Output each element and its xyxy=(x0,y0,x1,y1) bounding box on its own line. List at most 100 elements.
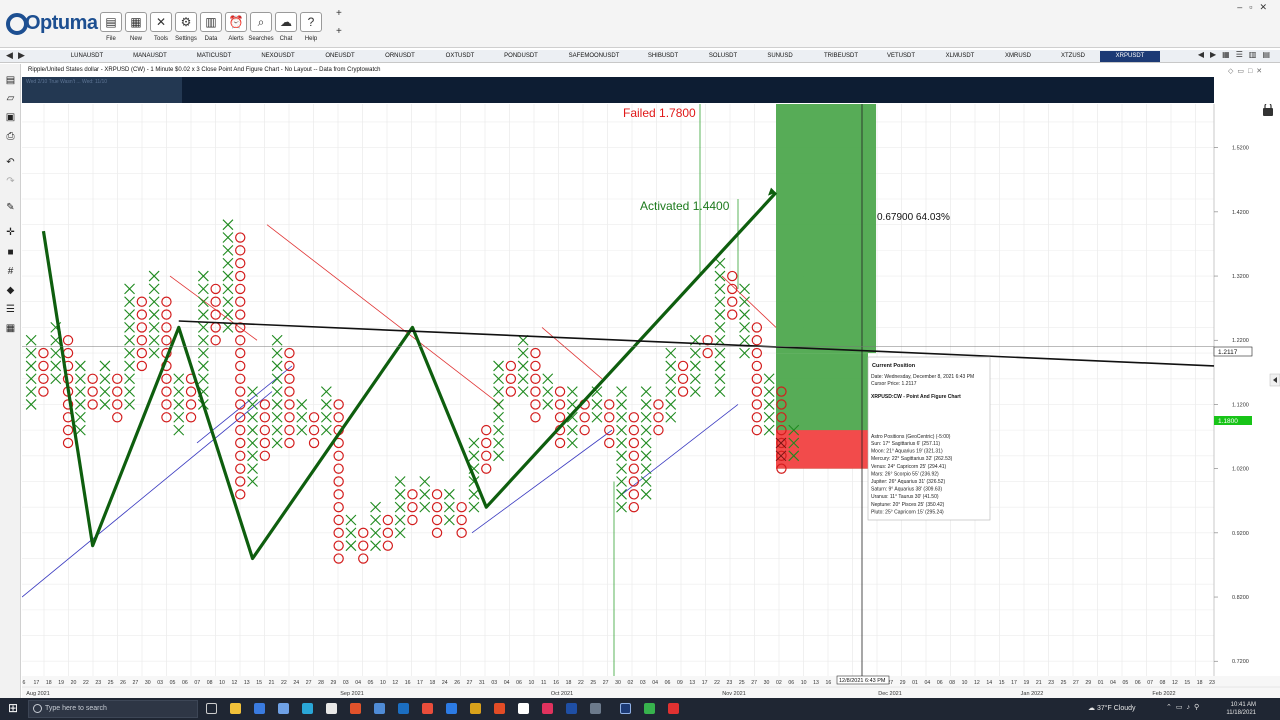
tab-safemoonusdt[interactable]: SAFEMOONUSDT xyxy=(564,51,624,62)
taskbar-clock[interactable]: 10:41 AM 11/18/2021 xyxy=(1226,701,1256,717)
settings-button[interactable]: ⚙ Settings xyxy=(173,12,199,42)
chrome-icon[interactable] xyxy=(422,703,433,714)
app-icon-5[interactable] xyxy=(326,703,337,714)
green-price-tag-text: 1.1800 xyxy=(1218,418,1238,425)
file-button[interactable]: ▤ File xyxy=(98,12,124,42)
app-icon-14[interactable] xyxy=(542,703,553,714)
data-button[interactable]: ▥ Data xyxy=(198,12,224,42)
chart-maximize-icon[interactable]: □ xyxy=(1248,68,1256,75)
weather-widget[interactable]: ☁ 37°F Cloudy xyxy=(1088,704,1136,712)
side-panel-expander-icon[interactable] xyxy=(1269,373,1280,387)
lock-icon[interactable]: ■ xyxy=(4,246,17,259)
tab-oneusdt[interactable]: ONEUSDT xyxy=(310,51,370,62)
chart-restore-icon[interactable]: ◇ xyxy=(1228,68,1237,75)
alerts-button[interactable]: ⏰ Alerts xyxy=(223,12,249,42)
save-icon[interactable]: ▣ xyxy=(4,111,17,124)
brave-icon[interactable] xyxy=(350,703,361,714)
layout-icon[interactable]: ▥ xyxy=(1249,50,1263,59)
x-month-label: Feb 2022 xyxy=(1152,691,1175,697)
tab-menu-icon[interactable]: ▤ xyxy=(1262,50,1276,59)
windows-start-icon[interactable]: ⊞ xyxy=(8,702,20,714)
print-icon[interactable]: ⎙ xyxy=(4,130,17,143)
file-explorer-icon[interactable] xyxy=(230,703,241,714)
tab-pondusdt[interactable]: PONDUSDT xyxy=(491,51,551,62)
chart-close-icon[interactable]: ✕ xyxy=(1256,68,1266,75)
close-button[interactable]: ✕ xyxy=(1259,2,1274,12)
chart-window-controls: ◇▭□✕ xyxy=(1228,67,1266,75)
tab-maticusdt[interactable]: MATICUSDT xyxy=(184,51,244,62)
list-icon[interactable]: ☰ xyxy=(4,303,17,316)
taskbar-search[interactable]: Type here to search xyxy=(28,700,198,718)
y-tick-label: 1.5200 xyxy=(1232,146,1249,152)
app-icon-13[interactable] xyxy=(518,703,529,714)
x-tick-label: 06 xyxy=(937,680,943,686)
add-page-button[interactable]: + xyxy=(336,26,342,37)
optuma-taskbar-icon[interactable] xyxy=(620,703,631,714)
list-view-icon[interactable]: ☰ xyxy=(1236,50,1249,59)
prev-tab-icon[interactable]: ◀ xyxy=(1198,50,1210,59)
x-tick-label: 10 xyxy=(528,680,534,686)
tab-ornusdt[interactable]: ORNUSDT xyxy=(370,51,430,62)
x-tick-label: 15 xyxy=(999,680,1005,686)
minimize-button[interactable]: – xyxy=(1237,2,1249,12)
tab-scroll-left-icon[interactable]: ◀ xyxy=(6,50,13,61)
task-view-icon[interactable] xyxy=(206,703,217,714)
tab-shibusdt[interactable]: SHIBUSDT xyxy=(633,51,693,62)
tab-nexousdt[interactable]: NEXOUSDT xyxy=(248,51,308,62)
tab-tribeusdt[interactable]: TRIBEUSDT xyxy=(811,51,871,62)
tab-scroll-right-icon[interactable]: ▶ xyxy=(18,50,25,61)
tab-lunausdt[interactable]: LUNAUSDT xyxy=(57,51,117,62)
mail-icon[interactable] xyxy=(278,703,289,714)
x-tick-label: 15 xyxy=(256,680,262,686)
edge-icon[interactable] xyxy=(302,703,313,714)
undo-icon[interactable]: ↶ xyxy=(4,156,17,169)
paint-icon[interactable]: ◆ xyxy=(4,284,17,297)
app-icon-12[interactable] xyxy=(494,703,505,714)
word-icon[interactable] xyxy=(566,703,577,714)
app-icon-7[interactable] xyxy=(374,703,385,714)
tools-button[interactable]: ✕ Tools xyxy=(148,12,174,42)
searches-button[interactable]: ⌕ Searches xyxy=(248,12,274,42)
x-tick-label: 12 xyxy=(231,680,237,686)
document-icon[interactable]: ▤ xyxy=(4,74,17,87)
point-and-figure-chart[interactable]: 1.5200 1.4200 1.3200 1.2200 1.1200 1.0200 0.92… xyxy=(22,104,1280,698)
store-icon[interactable] xyxy=(254,703,265,714)
grid-icon[interactable]: # xyxy=(4,265,17,278)
next-tab-icon[interactable]: ▶ xyxy=(1210,50,1222,59)
x-tick-label: 17 xyxy=(417,680,423,686)
app-icon-8[interactable] xyxy=(398,703,409,714)
tab-vetusdt[interactable]: VETUSDT xyxy=(871,51,931,62)
pen-tool-icon[interactable]: ✎ xyxy=(4,201,17,214)
app-icon-10[interactable] xyxy=(446,703,457,714)
tab-oxtusdt[interactable]: OXTUSDT xyxy=(430,51,490,62)
open-folder-icon[interactable]: ▱ xyxy=(4,92,17,105)
app-icon-11[interactable] xyxy=(470,703,481,714)
help-button[interactable]: ? Help xyxy=(298,12,324,42)
tab-sunusd[interactable]: SUNUSD xyxy=(750,51,810,62)
tab-xlmusdt[interactable]: XLMUSDT xyxy=(930,51,990,62)
grid-view-icon[interactable]: ▦ xyxy=(1222,50,1236,59)
chart-menu-icon[interactable]: ▭ xyxy=(1237,68,1248,75)
add-workspace-button[interactable]: + xyxy=(336,8,342,19)
tab-xrpusdt[interactable]: XRPUSDT xyxy=(1100,51,1160,62)
x-tick-label: 17 xyxy=(1011,680,1017,686)
tab-xmrusd[interactable]: XMRUSD xyxy=(988,51,1048,62)
app-icon-16[interactable] xyxy=(590,703,601,714)
redo-icon[interactable]: ↷ xyxy=(4,175,17,188)
tab-manausdt[interactable]: MANAUSDT xyxy=(120,51,180,62)
app-icon-19[interactable] xyxy=(668,703,679,714)
system-tray[interactable]: ⌃▭♪⚲ xyxy=(1166,703,1203,711)
checklist-icon[interactable]: ▦ xyxy=(4,322,17,335)
maximize-button[interactable]: ▫ xyxy=(1249,2,1259,12)
chart-overview-strip[interactable]: Wed 2/10 True Wasn't ... Wed: 11/10 xyxy=(22,77,1214,103)
chat-button[interactable]: ☁ Chat xyxy=(273,12,299,42)
alarm-clock-icon: ⏰ xyxy=(225,12,247,32)
x-tick-label: 17 xyxy=(702,680,708,686)
window-controls: –▫✕ xyxy=(1237,2,1274,13)
tab-xtzusd[interactable]: XTZUSD xyxy=(1043,51,1103,62)
app-icon-18[interactable] xyxy=(644,703,655,714)
crosshair-icon[interactable]: ✛ xyxy=(4,226,17,239)
tab-solusdt[interactable]: SOLUSDT xyxy=(693,51,753,62)
new-button[interactable]: ▦ New xyxy=(123,12,149,42)
x-tick-label: 13 xyxy=(244,680,250,686)
